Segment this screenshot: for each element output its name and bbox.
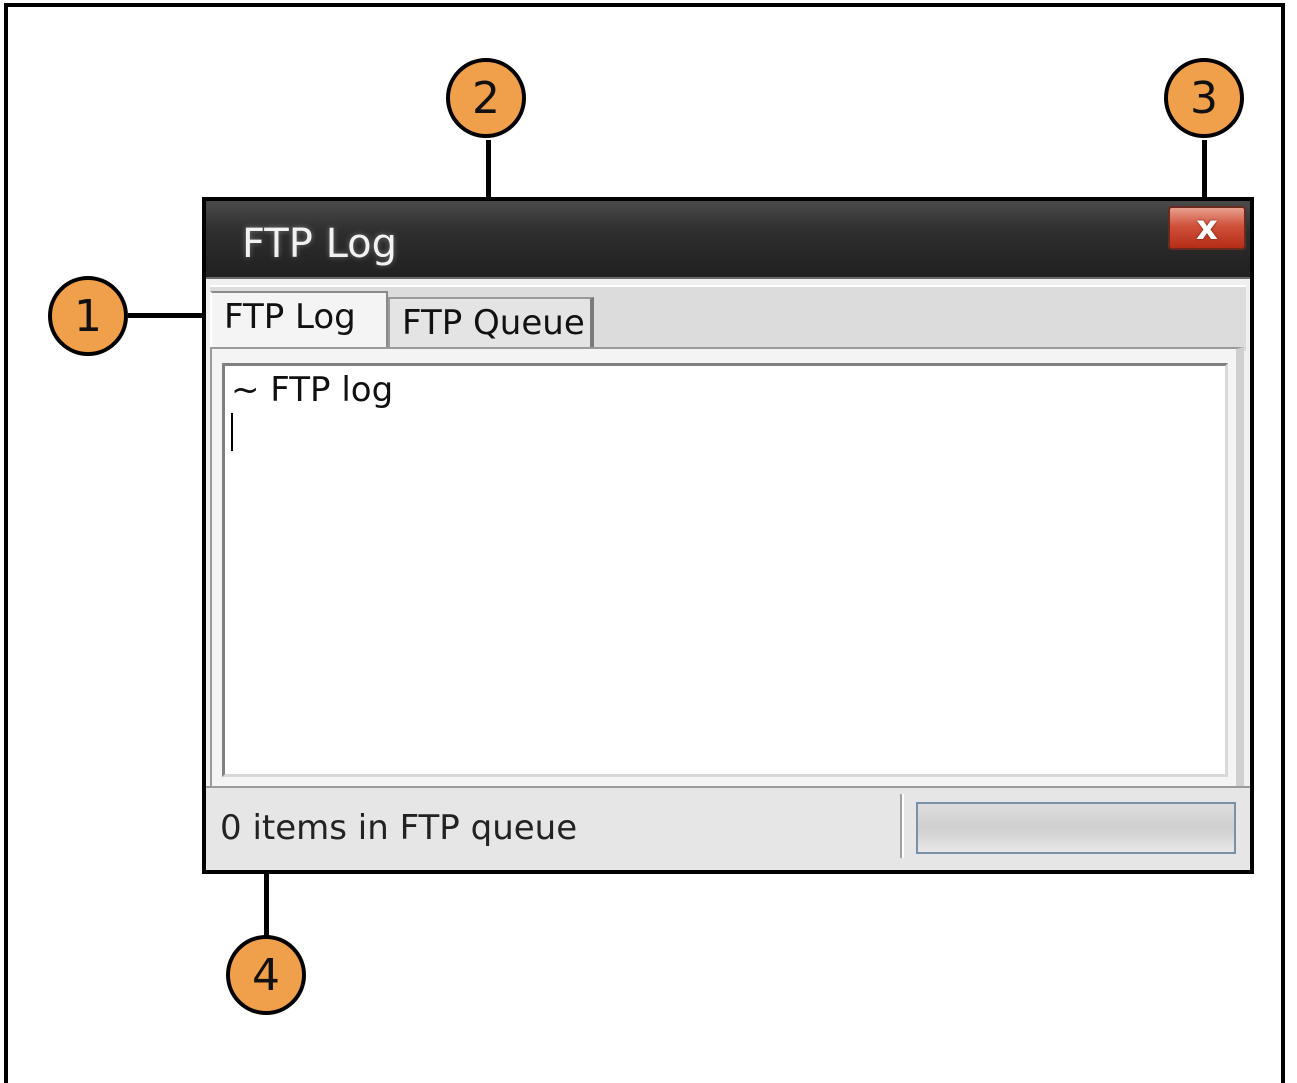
window-title: FTP Log (242, 221, 398, 267)
callout-3: 3 (1164, 58, 1244, 138)
tab-ftp-log[interactable]: FTP Log (210, 291, 388, 353)
close-button[interactable]: x (1168, 206, 1246, 250)
log-text-area[interactable]: ~ FTP log (222, 363, 1228, 777)
tab-panel: ~ FTP log (210, 347, 1244, 791)
close-icon: x (1196, 208, 1218, 248)
queue-progress-bar (916, 802, 1236, 854)
callout-1: 1 (48, 276, 128, 356)
ftp-log-window: FTP Log x FTP Log FTP Queue ~ FTP log 0 … (202, 197, 1254, 874)
tab-ftp-queue[interactable]: FTP Queue (388, 297, 594, 351)
log-content: ~ FTP log (231, 370, 394, 410)
callout-4: 4 (226, 935, 306, 1015)
callout-4-line (264, 868, 269, 938)
callout-2: 2 (446, 58, 526, 138)
text-caret (231, 412, 233, 451)
queue-status-text: 0 items in FTP queue (220, 808, 578, 848)
title-bar[interactable]: FTP Log x (206, 201, 1250, 279)
status-separator (900, 794, 902, 858)
tab-strip: FTP Log FTP Queue (210, 285, 1246, 353)
status-bar: 0 items in FTP queue (206, 786, 1250, 870)
